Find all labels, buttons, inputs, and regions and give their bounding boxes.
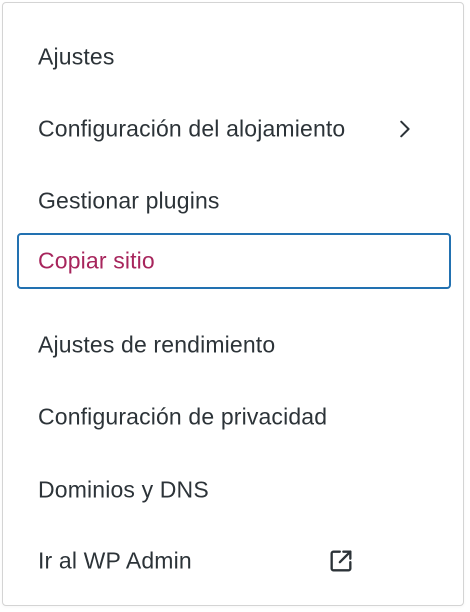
menu-item-gestionar-plugins[interactable]: Gestionar plugins bbox=[17, 173, 451, 229]
menu-item-label: Gestionar plugins bbox=[38, 187, 220, 214]
menu-item-configuracion-privacidad[interactable]: Configuración de privacidad bbox=[17, 389, 451, 445]
menu-item-label: Ir al WP Admin bbox=[38, 547, 192, 574]
external-link-icon bbox=[330, 550, 352, 572]
menu-item-label: Configuración del alojamiento bbox=[38, 115, 346, 142]
menu-item-label: Dominios y DNS bbox=[38, 476, 209, 503]
menu-item-label: Configuración de privacidad bbox=[38, 403, 328, 430]
menu-item-ajustes[interactable]: Ajustes bbox=[17, 29, 451, 85]
menu-item-ajustes-rendimiento[interactable]: Ajustes de rendimiento bbox=[17, 317, 451, 373]
menu-item-configuracion-alojamiento[interactable]: Configuración del alojamiento bbox=[17, 101, 451, 157]
menu-item-dominios-dns[interactable]: Dominios y DNS bbox=[17, 462, 451, 518]
menu-item-label: Ajustes de rendimiento bbox=[38, 331, 276, 358]
menu-item-label: Ajustes bbox=[38, 43, 115, 70]
menu-item-wp-admin[interactable]: Ir al WP Admin bbox=[17, 533, 451, 589]
menu-item-copiar-sitio[interactable]: Copiar sitio bbox=[17, 233, 451, 289]
chevron-right-icon bbox=[400, 120, 410, 138]
site-actions-menu: Ajustes Configuración del alojamiento Ge… bbox=[2, 2, 464, 606]
menu-item-label: Copiar sitio bbox=[38, 247, 155, 274]
